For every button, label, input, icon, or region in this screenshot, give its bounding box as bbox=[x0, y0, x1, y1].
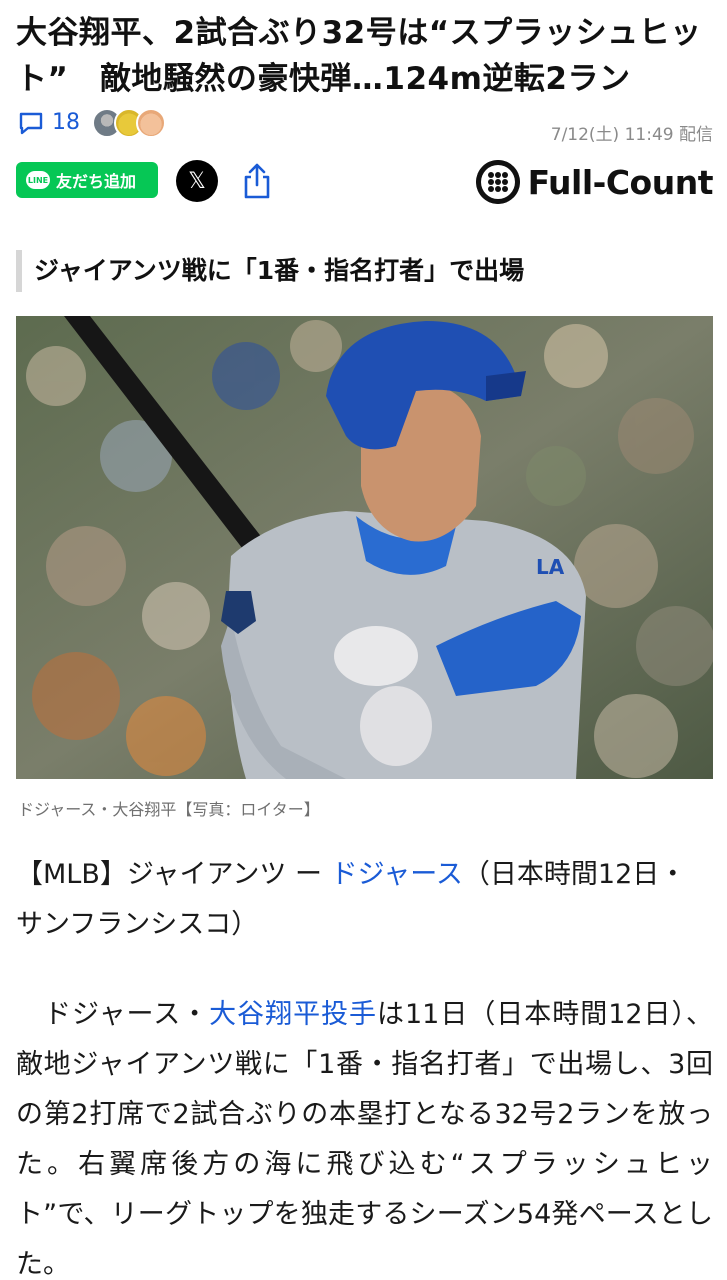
commenter-avatars bbox=[92, 108, 166, 138]
x-share-button[interactable]: 𝕏 bbox=[176, 160, 218, 202]
team-link[interactable]: ドジャース bbox=[331, 859, 463, 890]
photo-caption: ドジャース・大谷翔平【写真：ロイター】 bbox=[18, 800, 320, 819]
comments-link[interactable]: 18 bbox=[18, 110, 80, 135]
share-bar: LINE 友だち追加 𝕏 Full-Count bbox=[16, 160, 714, 204]
full-count-logo-icon bbox=[475, 160, 520, 204]
x-logo-icon: 𝕏 bbox=[188, 168, 206, 194]
article-headline: 大谷翔平、2試合ぶり32号は“スプラッシュヒット” 敵地騒然の豪快弾…124m逆… bbox=[16, 15, 702, 97]
brand-name: Full-Count bbox=[527, 162, 714, 202]
svg-text:LA: LA bbox=[536, 555, 565, 579]
player-link[interactable]: 大谷翔平投手 bbox=[209, 999, 377, 1030]
article-body: ドジャース・大谷翔平投手は11日（日本時間12日）、敵地ジャイアンツ戦に「1番・… bbox=[16, 990, 713, 1280]
avatar bbox=[136, 108, 166, 138]
article-lead: 【MLB】ジャイアンツ ー ドジャース（日本時間12日・サンフランシスコ） bbox=[16, 850, 713, 950]
line-add-friend-button[interactable]: LINE 友だち追加 bbox=[16, 162, 158, 198]
line-button-label: 友だち追加 bbox=[56, 172, 137, 191]
line-logo-icon: LINE bbox=[26, 171, 50, 189]
section-heading: ジャイアンツ戦に「1番・指名打者」で出場 bbox=[16, 250, 713, 292]
comment-icon bbox=[19, 112, 43, 134]
body-text: は11日（日本時間12日）、敵地ジャイアンツ戦に「1番・指名打者」で出場し、3回… bbox=[16, 999, 714, 1280]
publish-date: 7/12(土) 11:49 配信 bbox=[550, 125, 713, 145]
lead-prefix: 【MLB】ジャイアンツ ー bbox=[16, 859, 331, 890]
brand-logo[interactable]: Full-Count bbox=[475, 160, 714, 204]
comment-count: 18 bbox=[52, 110, 80, 135]
article-meta: 18 7/12(土) 11:49 配信 bbox=[18, 104, 713, 148]
body-prefix: ドジャース・ bbox=[16, 999, 210, 1030]
share-icon[interactable] bbox=[240, 162, 274, 200]
article-photo[interactable]: LA bbox=[16, 316, 713, 779]
baseball-player-image: LA bbox=[16, 316, 713, 779]
